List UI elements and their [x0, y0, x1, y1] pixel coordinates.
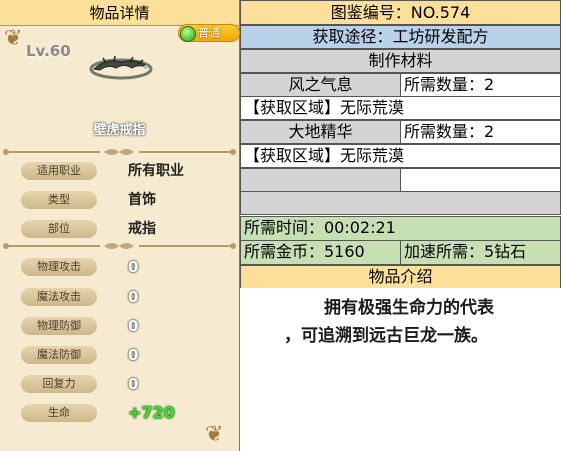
- acquire-source: 获取途径：工坊研发配方: [240, 25, 561, 49]
- materials-header: 制作材料: [240, 49, 561, 73]
- quality-badge: 普通: [178, 24, 240, 42]
- material-name-1: 风之气息: [240, 73, 401, 97]
- quality-label: 普通: [198, 26, 220, 39]
- material-region-1: 【获取区域】无际荒漠: [240, 96, 561, 120]
- ornament-divider-icon: [3, 243, 236, 249]
- craft-gold: 所需金币：5160: [240, 240, 401, 265]
- info-value-slot: 戒指: [128, 221, 156, 237]
- material-name-empty: [240, 168, 401, 192]
- stat-label-phys-attack: 物理攻击: [21, 258, 97, 276]
- info-label-class: 适用职业: [21, 162, 97, 180]
- description-line-2: ，可追溯到远古巨龙一族。: [284, 326, 488, 346]
- quality-green-dot-icon: [180, 26, 196, 42]
- item-detail-panel: 物品详情 ❦ ❦ 普通 Lv.60 壁虎戒指 适用职业 所有职业 类型 首饰 部…: [0, 0, 240, 451]
- item-description: 拥有极强生命力的代表 ，可追溯到远古巨龙一族。: [240, 288, 561, 451]
- catalog-number: 图鉴编号：NO.574: [240, 0, 561, 25]
- stat-value-phys-defense: 0: [128, 317, 139, 335]
- description-line-1: 拥有极强生命力的代表: [324, 298, 494, 318]
- material-region-2: 【获取区域】无际荒漠: [240, 144, 561, 168]
- info-label-slot: 部位: [21, 220, 97, 238]
- corner-flourish-icon: ❦: [4, 26, 23, 51]
- material-qty-empty: [400, 168, 561, 192]
- stat-label-magic-defense: 魔法防御: [21, 346, 97, 364]
- craft-speedup-cost: 加速所需：5钻石: [400, 240, 561, 265]
- material-qty-2: 所需数量：2: [400, 120, 561, 144]
- info-value-type: 首饰: [128, 192, 156, 208]
- stat-label-magic-attack: 魔法攻击: [21, 288, 97, 306]
- craft-time: 所需时间：00:02:21: [240, 216, 561, 241]
- stat-value-hp: +720: [128, 403, 175, 422]
- material-name-2: 大地精华: [240, 120, 401, 144]
- stat-value-recovery: 0: [128, 375, 139, 393]
- info-value-class: 所有职业: [128, 163, 184, 179]
- info-label-type: 类型: [21, 191, 97, 209]
- stat-value-magic-attack: 0: [128, 288, 139, 306]
- material-qty-1: 所需数量：2: [400, 73, 561, 97]
- ornament-divider-icon: [3, 149, 236, 155]
- corner-flourish-icon: ❦: [205, 422, 224, 447]
- gecko-ring-icon: [89, 55, 153, 80]
- item-name: 壁虎戒指: [93, 123, 146, 138]
- recipe-table: 图鉴编号：NO.574 获取途径：工坊研发配方 制作材料 风之气息 所需数量：2…: [240, 0, 561, 451]
- stat-label-recovery: 回复力: [21, 375, 97, 393]
- stat-label-phys-defense: 物理防御: [21, 317, 97, 335]
- stat-value-phys-attack: 0: [128, 258, 139, 276]
- intro-header: 物品介绍: [240, 265, 561, 289]
- item-detail-header: 物品详情: [0, 0, 239, 26]
- material-region-empty: [240, 191, 561, 215]
- stat-value-magic-defense: 0: [128, 346, 139, 364]
- item-level: Lv.60: [26, 42, 71, 60]
- stat-label-hp: 生命: [21, 404, 97, 422]
